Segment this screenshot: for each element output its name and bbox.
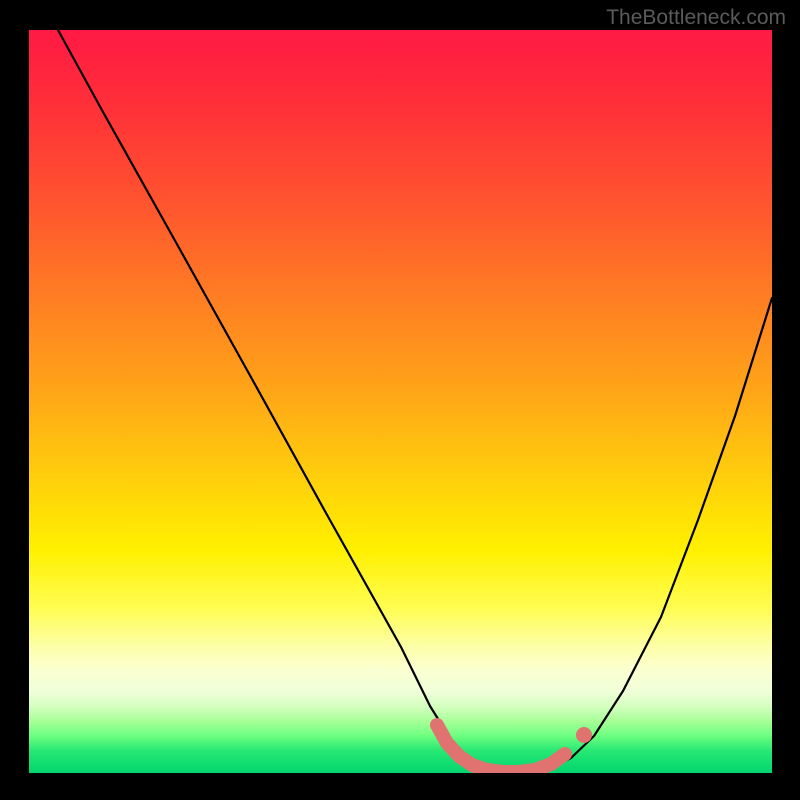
curve-svg [29,30,772,773]
marker-dot-icon [576,727,592,743]
bottleneck-curve [58,30,772,773]
chart-outer-frame: TheBottleneck.com [0,0,800,800]
plot-area [29,30,772,773]
optimal-range-marker [437,725,565,772]
watermark-text: TheBottleneck.com [606,6,786,30]
